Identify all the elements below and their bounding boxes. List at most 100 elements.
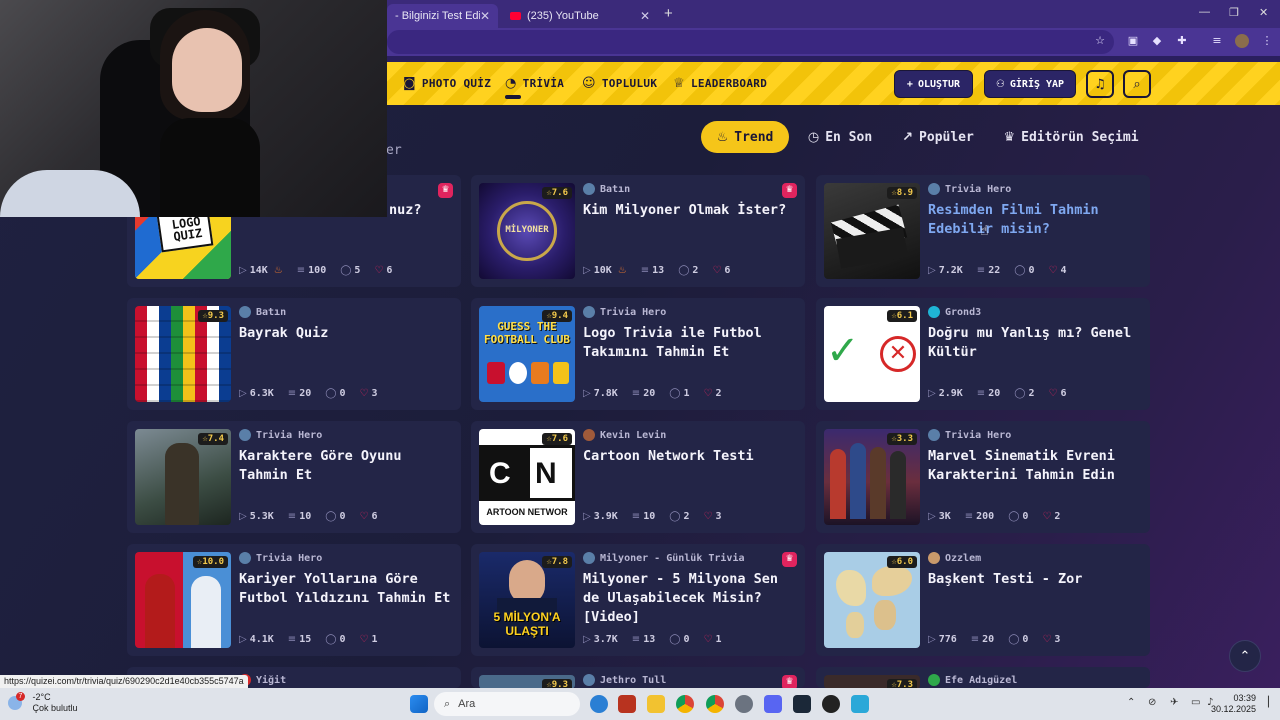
quiz-card[interactable]: ☆6.0 Ozzlem Başkent Testi - Zor ▷ 776 ≡ 20… <box>816 544 1150 656</box>
filter-trend[interactable]: ♨ Trend <box>701 121 789 153</box>
views-count: ▷ 2.9K <box>928 388 963 399</box>
game-app-icon[interactable] <box>618 695 636 713</box>
filter-en-son[interactable]: ◷ En Son <box>798 121 882 153</box>
quiz-thumbnail: ☆10.0 <box>135 552 231 648</box>
quiz-title[interactable]: Bayrak Quiz <box>239 324 455 343</box>
notification-center-icon[interactable]: ▏ <box>1268 697 1276 708</box>
quiz-card[interactable]: C N ARTOON NETWOR ☆7.6 Kevin Levin Carto… <box>471 421 805 533</box>
quiz-card[interactable]: ☆9.3 Jethro Tull ♛ <box>471 667 805 688</box>
minimize-button[interactable]: — <box>1199 6 1210 18</box>
extension-icon[interactable]: ▣ <box>1126 34 1140 48</box>
quiz-title[interactable]: Milyoner - 5 Milyona Sen de Ulaşabilecek… <box>583 570 799 627</box>
quiz-stats: ▷ 2.9K ≡ 20 ◯ 2 ♡ 6 <box>928 388 1066 399</box>
quiz-title[interactable]: Doğru mu Yanlış mı? Genel Kültür <box>928 324 1144 362</box>
thumb-text: MİLYONER <box>505 225 549 235</box>
quiz-card[interactable]: ☆10.0 Trivia Hero Kariyer Yollarına Göre… <box>127 544 461 656</box>
quiz-author[interactable]: Trivia Hero <box>239 429 322 441</box>
quiz-card[interactable]: ☆3.3 Trivia Hero Marvel Sinematik Evreni… <box>816 421 1150 533</box>
filter-populer[interactable]: ↗ Popüler <box>893 121 983 153</box>
media-icon[interactable]: ≡ <box>1210 34 1224 48</box>
scroll-to-top-button[interactable]: ⌃ <box>1229 640 1261 672</box>
quiz-card[interactable]: GUESS THE FOOTBALL CLUB ☆9.4 Trivia Hero… <box>471 298 805 410</box>
comment-icon: ◯ <box>1008 634 1020 645</box>
quiz-title[interactable]: Marvel Sinematik Evreni Karakterini Tahm… <box>928 447 1144 485</box>
quiz-author[interactable]: Ozzlem <box>928 552 981 564</box>
likes-count: ♡ 6 <box>1048 388 1067 399</box>
clock-icon: ◷ <box>807 129 820 145</box>
quiz-title[interactable]: Cartoon Network Testi <box>583 447 799 466</box>
weather-widget[interactable]: 7 -2°C Çok bulutlu <box>8 692 78 714</box>
tray-bluetooth-icon[interactable]: ✈ <box>1170 697 1178 708</box>
quiz-author[interactable]: Batın <box>583 183 630 195</box>
play-icon: ▷ <box>928 511 936 522</box>
tray-network-off-icon[interactable]: ⊘ <box>1148 697 1156 708</box>
bookmark-star-icon[interactable]: ☆ <box>1093 34 1107 48</box>
quiz-author[interactable]: Trivia Hero <box>928 429 1011 441</box>
list-icon: ≡ <box>976 265 986 276</box>
file-explorer-icon[interactable] <box>647 695 665 713</box>
create-button[interactable]: + OLUŞTUR <box>894 70 973 98</box>
tab-quiz[interactable]: - Bilginizi Test Edin - Quiz ✕ <box>387 4 498 28</box>
quiz-card[interactable]: 5 MİLYON'A ULAŞTI ☆7.8 Milyoner - Günlük… <box>471 544 805 656</box>
nav-leaderboard[interactable]: ♕ LEADERBOARD <box>673 76 767 91</box>
tray-chevron-icon[interactable]: ⌃ <box>1127 697 1135 708</box>
hot-flame-icon: ♨ <box>273 265 283 276</box>
menu-dots-icon[interactable]: ⋮ <box>1260 34 1274 48</box>
quiz-title[interactable]: Karaktere Göre Oyunu Tahmin Et <box>239 447 455 485</box>
filter-editors-choice[interactable]: ♛ Editörün Seçimi <box>996 121 1146 153</box>
quiz-author[interactable]: Trivia Hero <box>928 183 1011 195</box>
quiz-title[interactable]: Kim Milyoner Olmak İster? <box>583 201 799 220</box>
edge-browser-icon[interactable] <box>590 695 608 713</box>
discord-icon[interactable] <box>764 695 782 713</box>
windows-start-icon[interactable] <box>410 695 428 713</box>
quiz-card[interactable]: MİLYONER ☆7.6 Batın Kim Milyoner Olmak İ… <box>471 175 805 287</box>
quiz-author[interactable]: Batın <box>239 306 286 318</box>
views-count: ▷ 3.7K <box>583 634 618 645</box>
chrome-icon[interactable] <box>676 695 694 713</box>
quiz-author[interactable]: Grond3 <box>928 306 981 318</box>
taskbar-clock[interactable]: 03:39 30.12.2025 <box>1211 693 1256 715</box>
close-tab-icon[interactable]: ✕ <box>640 9 650 23</box>
quiz-title[interactable]: Resimden Filmi Tahmin Edebilir misin? <box>928 201 1144 239</box>
tab-youtube[interactable]: (235) YouTube ✕ <box>502 4 658 28</box>
notifications-bell-icon[interactable]: ♫ <box>1086 70 1114 98</box>
nav-topluluk[interactable]: ☺ TOPLULUK <box>582 76 657 91</box>
close-window-button[interactable]: ✕ <box>1259 6 1268 19</box>
obs-icon[interactable] <box>822 695 840 713</box>
quiz-title[interactable]: Kariyer Yollarına Göre Futbol Yıldızını … <box>239 570 455 608</box>
settings-gear-icon[interactable] <box>735 695 753 713</box>
chrome-profile-icon[interactable] <box>706 695 724 713</box>
filter-editors-choice-label: Editörün Seçimi <box>1021 129 1139 145</box>
steam-icon[interactable] <box>793 695 811 713</box>
tray-display-icon[interactable]: ▭ <box>1191 697 1200 708</box>
quiz-author[interactable]: Jethro Tull <box>583 674 666 686</box>
comment-icon: ◯ <box>669 511 681 522</box>
list-icon: ≡ <box>964 511 974 522</box>
quiz-title[interactable]: nuz? <box>389 201 461 220</box>
new-tab-button[interactable]: + <box>664 5 673 22</box>
quiz-card[interactable]: ☆9.3 Batın Bayrak Quiz ▷ 6.3K ≡ 20 ◯ 0 ♡ 3 <box>127 298 461 410</box>
quiz-author[interactable]: Trivia Hero <box>239 552 322 564</box>
quiz-title[interactable]: Logo Trivia ile Futbol Takımını Tahmin E… <box>583 324 799 362</box>
quiz-card[interactable]: ☆7.3 Efe Adıgüzel <box>816 667 1150 688</box>
quiz-author[interactable]: Trivia Hero <box>583 306 666 318</box>
quiz-author[interactable]: Kevin Levin <box>583 429 666 441</box>
taskbar-search[interactable]: ⌕ Ara <box>434 692 580 716</box>
search-icon[interactable]: ⌕ <box>1123 70 1151 98</box>
shield-icon[interactable]: ◆ <box>1150 34 1164 48</box>
login-button[interactable]: ⚇ GİRİŞ YAP <box>984 70 1076 98</box>
restore-button[interactable]: ❐ <box>1229 6 1239 19</box>
nav-photo-quiz[interactable]: ◙ PHOTO QUİZ <box>403 76 491 91</box>
quiz-card[interactable]: ☆7.4 Trivia Hero Karaktere Göre Oyunu Ta… <box>127 421 461 533</box>
puzzle-icon[interactable]: ✚ <box>1175 34 1189 48</box>
profile-avatar-icon[interactable] <box>1235 34 1249 48</box>
quiz-author[interactable]: Milyoner - Günlük Trivia <box>583 552 745 564</box>
trophy-icon: ♕ <box>673 76 685 91</box>
quiz-card[interactable]: ✓ ✕ ☆6.1 Grond3 Doğru mu Yanlış mı? Gene… <box>816 298 1150 410</box>
quiz-author[interactable]: Efe Adıgüzel <box>928 674 1017 686</box>
nav-trivia[interactable]: ◔ TRİVİA <box>505 76 564 91</box>
quiz-title[interactable]: Başkent Testi - Zor <box>928 570 1144 589</box>
address-field[interactable] <box>387 30 1114 54</box>
notepad-icon[interactable] <box>851 695 869 713</box>
close-tab-icon[interactable]: ✕ <box>480 9 490 23</box>
